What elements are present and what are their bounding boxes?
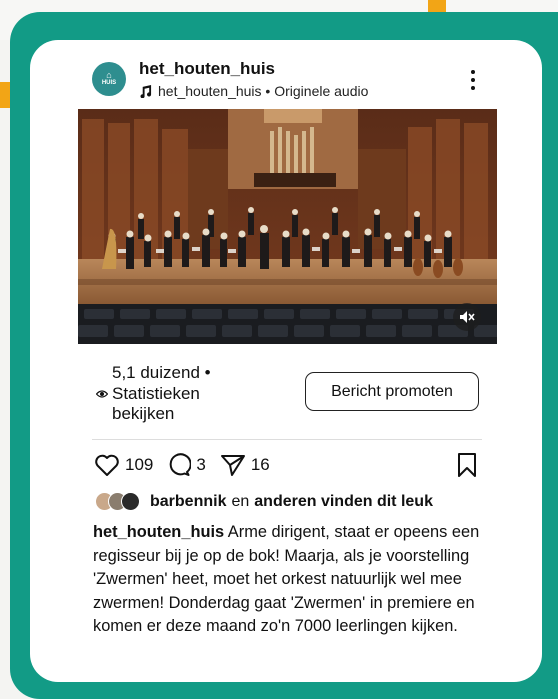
audio-label: het_houten_huis • Originele audio [158, 83, 369, 99]
shares-count: 16 [250, 455, 270, 474]
decorative-block [0, 82, 10, 108]
avatar-logo-text: HUIS [101, 80, 117, 86]
likes-count: 109 [125, 455, 154, 474]
comments-count: 3 [196, 455, 206, 474]
caption-username[interactable]: het_houten_huis [93, 523, 224, 541]
eye-icon [96, 390, 108, 398]
bookmark-icon[interactable] [456, 452, 478, 478]
audio-attribution[interactable]: het_houten_huis • Originele audio [139, 83, 368, 99]
action-bar: 109 3 16 [94, 452, 284, 478]
post-username[interactable]: het_houten_huis [139, 59, 275, 79]
heart-icon [95, 454, 119, 476]
liked-by[interactable]: barbennik en anderen vinden dit leuk [95, 492, 433, 511]
comment-icon [170, 453, 192, 476]
like-button[interactable]: 109 [94, 453, 153, 477]
post-caption: het_houten_huis Arme dirigent, staat er … [93, 521, 485, 639]
speaker-muted-icon [460, 311, 475, 323]
post-video[interactable] [78, 109, 497, 344]
divider [92, 439, 482, 440]
liker-avatar [121, 492, 140, 511]
avatar[interactable]: ⌂ HUIS [92, 62, 126, 96]
house-logo-icon: ⌂ [106, 70, 112, 80]
liker-avatars [95, 492, 140, 511]
share-button[interactable]: 16 [220, 453, 270, 477]
comment-button[interactable]: 3 [167, 453, 206, 477]
orchestra-video-frame [78, 109, 497, 344]
music-note-icon [140, 84, 152, 98]
views-count: 5,1 duizend • [112, 363, 211, 382]
liked-by-connector: en [231, 492, 250, 510]
mute-button[interactable] [453, 303, 481, 331]
liked-by-rest[interactable]: anderen vinden dit leuk [254, 493, 433, 511]
liked-by-user[interactable]: barbennik [150, 493, 226, 511]
send-icon [220, 455, 245, 476]
more-vertical-icon[interactable] [466, 70, 480, 90]
view-insights-link[interactable]: Statistieken bekijken [112, 384, 222, 424]
promote-post-button[interactable]: Bericht promoten [305, 372, 479, 411]
